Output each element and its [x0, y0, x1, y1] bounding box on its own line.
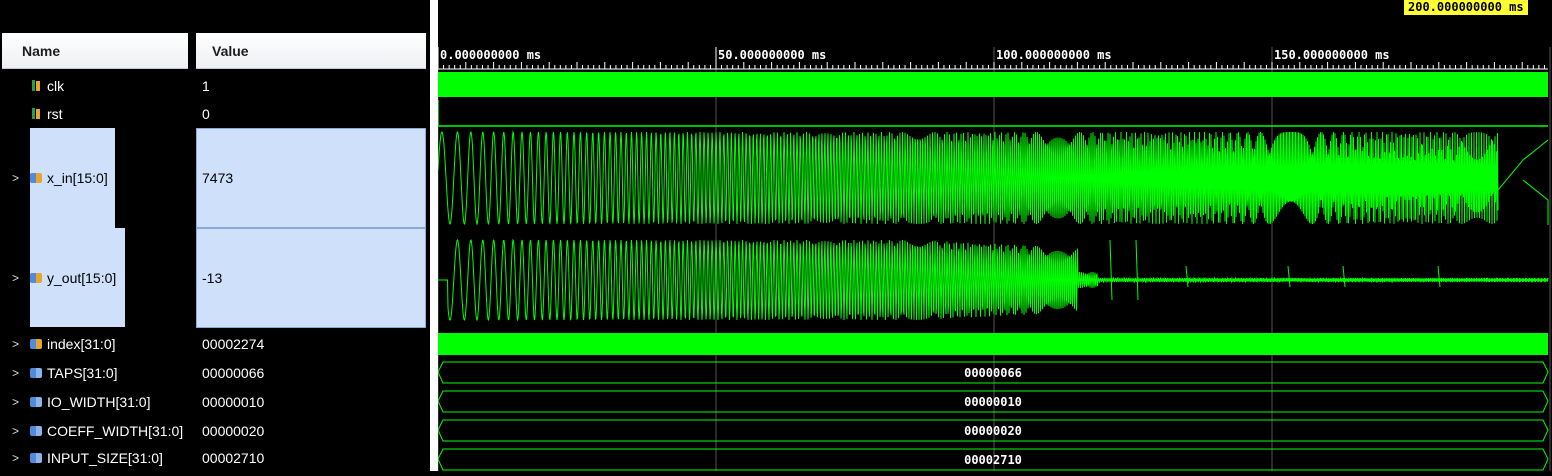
- signal-row-io-width[interactable]: > IO_WIDTH[31:0]: [0, 387, 190, 416]
- chevron-right-icon[interactable]: >: [12, 424, 19, 438]
- time-tick-label: 0.000000000 ms: [440, 48, 541, 62]
- time-ruler[interactable]: 0.000000000 ms 50.000000000 ms 100.00000…: [437, 47, 1548, 70]
- value-text: 00000010: [202, 393, 265, 410]
- value-cell: 1: [190, 71, 430, 100]
- wave-taps[interactable]: 00000066: [437, 361, 1549, 384]
- value-cell: 00002710: [190, 445, 430, 471]
- chevron-right-icon[interactable]: >: [12, 271, 19, 285]
- signal-row-rst[interactable]: rst: [0, 100, 190, 128]
- chevron-right-icon[interactable]: >: [12, 337, 19, 351]
- signal-name: x_in[15:0]: [47, 170, 108, 186]
- value-cell: 00000010: [190, 387, 430, 416]
- value-text: 7473: [202, 170, 234, 186]
- chevron-right-icon[interactable]: >: [12, 171, 19, 185]
- bus-signal-icon: [30, 338, 42, 350]
- wave-x-in[interactable]: [437, 130, 1549, 226]
- parameter-icon: [30, 452, 42, 464]
- signal-row-clk[interactable]: clk: [0, 71, 190, 100]
- signal-name: TAPS[31:0]: [47, 364, 118, 381]
- bus-value: 00000066: [964, 366, 1022, 380]
- value-text: 00000020: [202, 422, 265, 439]
- signal-row-coeff-width[interactable]: > COEFF_WIDTH[31:0]: [0, 416, 190, 445]
- wave-coeff-width[interactable]: 00000020: [437, 419, 1549, 442]
- value-cell: 00000020: [190, 416, 430, 445]
- value-text: 0: [202, 106, 210, 122]
- signal-row-y-out[interactable]: > y_out[15:0]: [0, 228, 190, 328]
- signal-row-x-in[interactable]: > x_in[15:0]: [0, 128, 190, 228]
- waveform-canvas[interactable]: 0.000000000 ms 50.000000000 ms 100.00000…: [437, 0, 1552, 471]
- value-cell-selected[interactable]: 7473: [196, 128, 426, 228]
- signal-name: rst: [47, 106, 63, 122]
- value-cell: 00000066: [190, 358, 430, 387]
- panel-splitter[interactable]: [430, 0, 438, 471]
- wave-input-size[interactable]: 00002710: [437, 448, 1549, 471]
- value-text: 00002710: [202, 450, 265, 466]
- wave-io-width[interactable]: 00000010: [437, 390, 1549, 413]
- signal-name: COEFF_WIDTH[31:0]: [47, 422, 184, 439]
- chevron-right-icon[interactable]: >: [12, 451, 19, 465]
- value-text: 00000066: [202, 364, 265, 381]
- parameter-icon: [30, 396, 42, 408]
- time-tick-label: 150.000000000 ms: [1274, 48, 1390, 62]
- waveform-panel[interactable]: 200.000000000 ms 0.000000000 ms 50.00000…: [437, 0, 1552, 471]
- value-text: -13: [202, 270, 223, 286]
- chevron-right-icon[interactable]: >: [12, 395, 19, 409]
- value-text: 00002274: [202, 336, 265, 352]
- cursor-time-label: 200.000000000 ms: [1404, 0, 1528, 15]
- bit-signal-icon: [30, 79, 42, 92]
- signal-row-input-size[interactable]: > INPUT_SIZE[31:0]: [0, 445, 190, 471]
- value-cell: 00002274: [190, 330, 430, 358]
- value-cell: 0: [190, 100, 430, 128]
- signal-name-panel: Name clk rst > x_in[15:0] > y_out[15:0] …: [0, 0, 190, 471]
- time-tick-label: 50.000000000 ms: [718, 48, 826, 62]
- signal-row-taps[interactable]: > TAPS[31:0]: [0, 358, 190, 387]
- value-column-header[interactable]: Value: [196, 33, 426, 69]
- parameter-icon: [30, 425, 42, 437]
- parameter-icon: [30, 367, 42, 379]
- value-cell-selected[interactable]: -13: [196, 228, 426, 328]
- chevron-right-icon[interactable]: >: [12, 366, 19, 380]
- wave-index[interactable]: [438, 333, 1548, 355]
- wave-y-out[interactable]: [438, 238, 1549, 322]
- value-text: 1: [202, 77, 210, 94]
- signal-name: clk: [47, 77, 65, 94]
- signal-row-index[interactable]: > index[31:0]: [0, 330, 190, 358]
- bit-signal-icon: [30, 108, 42, 120]
- signal-name: index[31:0]: [47, 336, 116, 352]
- time-tick-label: 100.000000000 ms: [996, 48, 1112, 62]
- bus-value: 00000020: [964, 424, 1022, 438]
- signal-value-panel: Value 1 0 7473 -13 00002274 00000066 000…: [190, 0, 430, 471]
- wave-clk[interactable]: [438, 72, 1548, 97]
- signal-name: IO_WIDTH[31:0]: [47, 393, 151, 410]
- bus-signal-icon: [30, 172, 42, 184]
- name-column-header[interactable]: Name: [2, 33, 188, 69]
- signal-name: y_out[15:0]: [47, 270, 117, 286]
- bus-value: 00002710: [964, 453, 1022, 467]
- signal-name: INPUT_SIZE[31:0]: [47, 450, 163, 466]
- bus-value: 00000010: [964, 395, 1022, 409]
- bus-signal-icon: [30, 272, 42, 284]
